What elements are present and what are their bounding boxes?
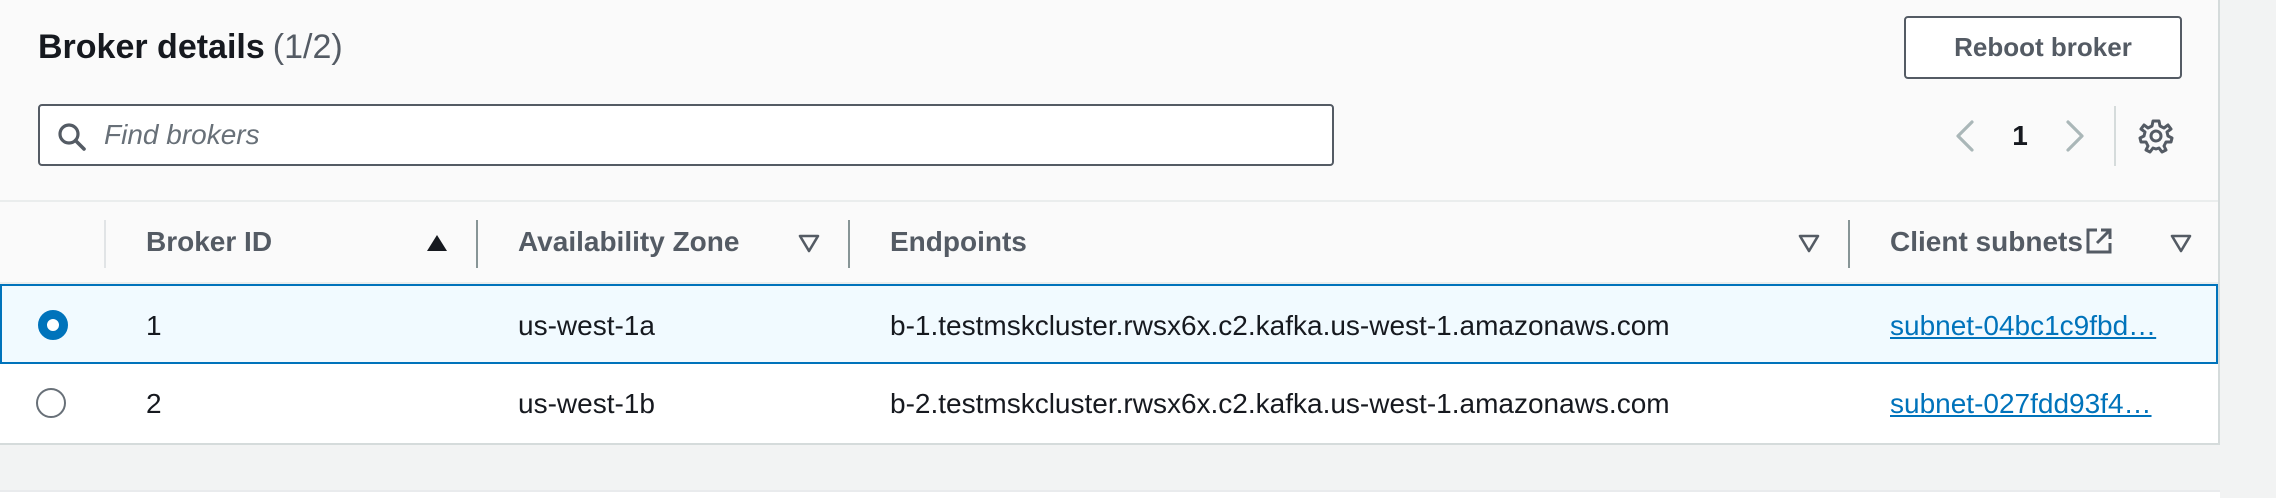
chevron-right-icon[interactable] [2060,116,2090,156]
table-header: Broker ID Availability Zone Endpoints Cl… [0,200,2218,284]
search-input[interactable] [104,114,1314,156]
broker-id-cell: 1 [146,310,162,341]
broker-details-panel: Broker details(1/2) Reboot broker 1 B [0,0,2220,445]
column-divider[interactable] [848,220,850,268]
column-divider[interactable] [476,220,478,268]
column-header-availability-zone[interactable]: Availability Zone [518,226,739,258]
panel-header: Broker details(1/2) Reboot broker 1 [0,0,2218,200]
broker-id-cell: 2 [146,388,162,419]
table-row[interactable]: 2 us-west-1b b-2.testmskcluster.rwsx6x.c… [0,364,2218,444]
search-box[interactable] [38,104,1334,166]
row-radio-selected[interactable] [38,310,68,340]
availability-zone-cell: us-west-1a [518,310,655,341]
search-icon [58,123,86,151]
client-subnet-link[interactable]: subnet-027fdd93f4… [1890,388,2152,420]
endpoint-cell: b-1.testmskcluster.rwsx6x.c2.kafka.us-we… [890,310,1670,341]
page-title: Broker details (1/2) [38,28,343,67]
column-header-broker-id[interactable]: Broker ID [146,226,272,258]
reboot-broker-button[interactable]: Reboot broker [1904,16,2182,79]
next-panel-edge [0,490,2220,498]
sort-icon[interactable] [2168,230,2194,256]
page-number[interactable]: 1 [2002,116,2038,156]
external-link-icon [2086,228,2112,254]
sort-icon[interactable] [796,230,822,256]
table-row[interactable]: 1 us-west-1a b-1.testmskcluster.rwsx6x.c… [0,284,2218,364]
client-subnet-link[interactable]: subnet-04bc1c9fbd… [1890,310,2156,342]
row-radio[interactable] [36,388,66,418]
endpoint-cell: b-2.testmskcluster.rwsx6x.c2.kafka.us-we… [890,388,1670,419]
sort-icon[interactable] [1796,230,1822,256]
chevron-left-icon[interactable] [1950,116,1980,156]
column-divider[interactable] [1848,220,1850,268]
title-text: Broker details [38,28,265,66]
pager-divider [2114,106,2116,166]
selection-count: (1/2) [272,28,343,66]
column-header-endpoints[interactable]: Endpoints [890,226,1027,258]
column-header-client-subnets[interactable]: Client subnets [1890,226,2083,258]
gear-icon[interactable] [2138,118,2174,154]
sort-ascending-icon[interactable] [424,230,450,256]
availability-zone-cell: us-west-1b [518,388,655,419]
column-divider [104,220,106,268]
